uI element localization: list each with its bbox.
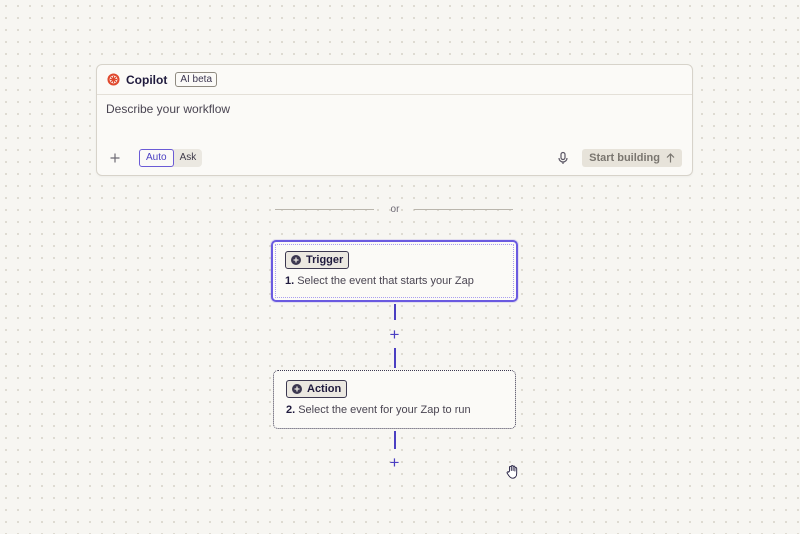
add-attachment-button[interactable] [107, 150, 123, 167]
start-building-button[interactable]: Start building [582, 149, 682, 167]
add-step-button[interactable]: + [387, 326, 402, 343]
copilot-panel: Copilot AI beta Auto Ask Start building [96, 64, 693, 176]
plus-circle-icon [291, 255, 301, 265]
connector-line [394, 431, 396, 449]
add-step-button[interactable]: + [387, 454, 402, 471]
copilot-footer: Auto Ask Start building [97, 147, 692, 169]
connector-line [394, 348, 396, 368]
trigger-badge: Trigger [285, 251, 350, 269]
or-separator-text: or [390, 204, 400, 215]
copilot-logo-icon [107, 73, 120, 86]
trigger-step-card[interactable]: Trigger 1. Select the event that starts y… [271, 240, 518, 302]
workflow-prompt-input[interactable] [106, 102, 666, 142]
action-badge: Action [286, 380, 348, 398]
trigger-description-text: Select the event that starts your Zap [297, 275, 474, 287]
mode-auto-button[interactable]: Auto [139, 149, 174, 167]
action-step-number: 2. [286, 404, 296, 416]
arrow-up-icon [666, 153, 675, 163]
trigger-step-number: 1. [285, 275, 295, 287]
copilot-title: Copilot [126, 72, 168, 87]
action-description-text: Select the event for your Zap to run [298, 404, 471, 416]
ai-beta-badge: AI beta [175, 72, 218, 87]
divider-right [414, 209, 513, 210]
copilot-header: Copilot AI beta [97, 65, 692, 95]
trigger-description: 1. Select the event that starts your Zap [285, 275, 504, 287]
divider-left [275, 209, 374, 210]
mode-toggle: Auto Ask [139, 149, 203, 167]
mode-ask-button[interactable]: Ask [174, 149, 203, 167]
action-description: 2. Select the event for your Zap to run [286, 404, 503, 416]
connector-line [394, 304, 396, 320]
microphone-icon[interactable] [556, 151, 570, 165]
trigger-badge-label: Trigger [306, 254, 344, 266]
plus-icon [110, 153, 120, 162]
plus-circle-icon [292, 384, 302, 394]
action-badge-label: Action [307, 383, 342, 395]
hand-cursor-icon [506, 465, 518, 479]
action-step-card[interactable]: Action 2. Select the event for your Zap t… [273, 370, 516, 429]
start-building-label: Start building [589, 152, 660, 164]
